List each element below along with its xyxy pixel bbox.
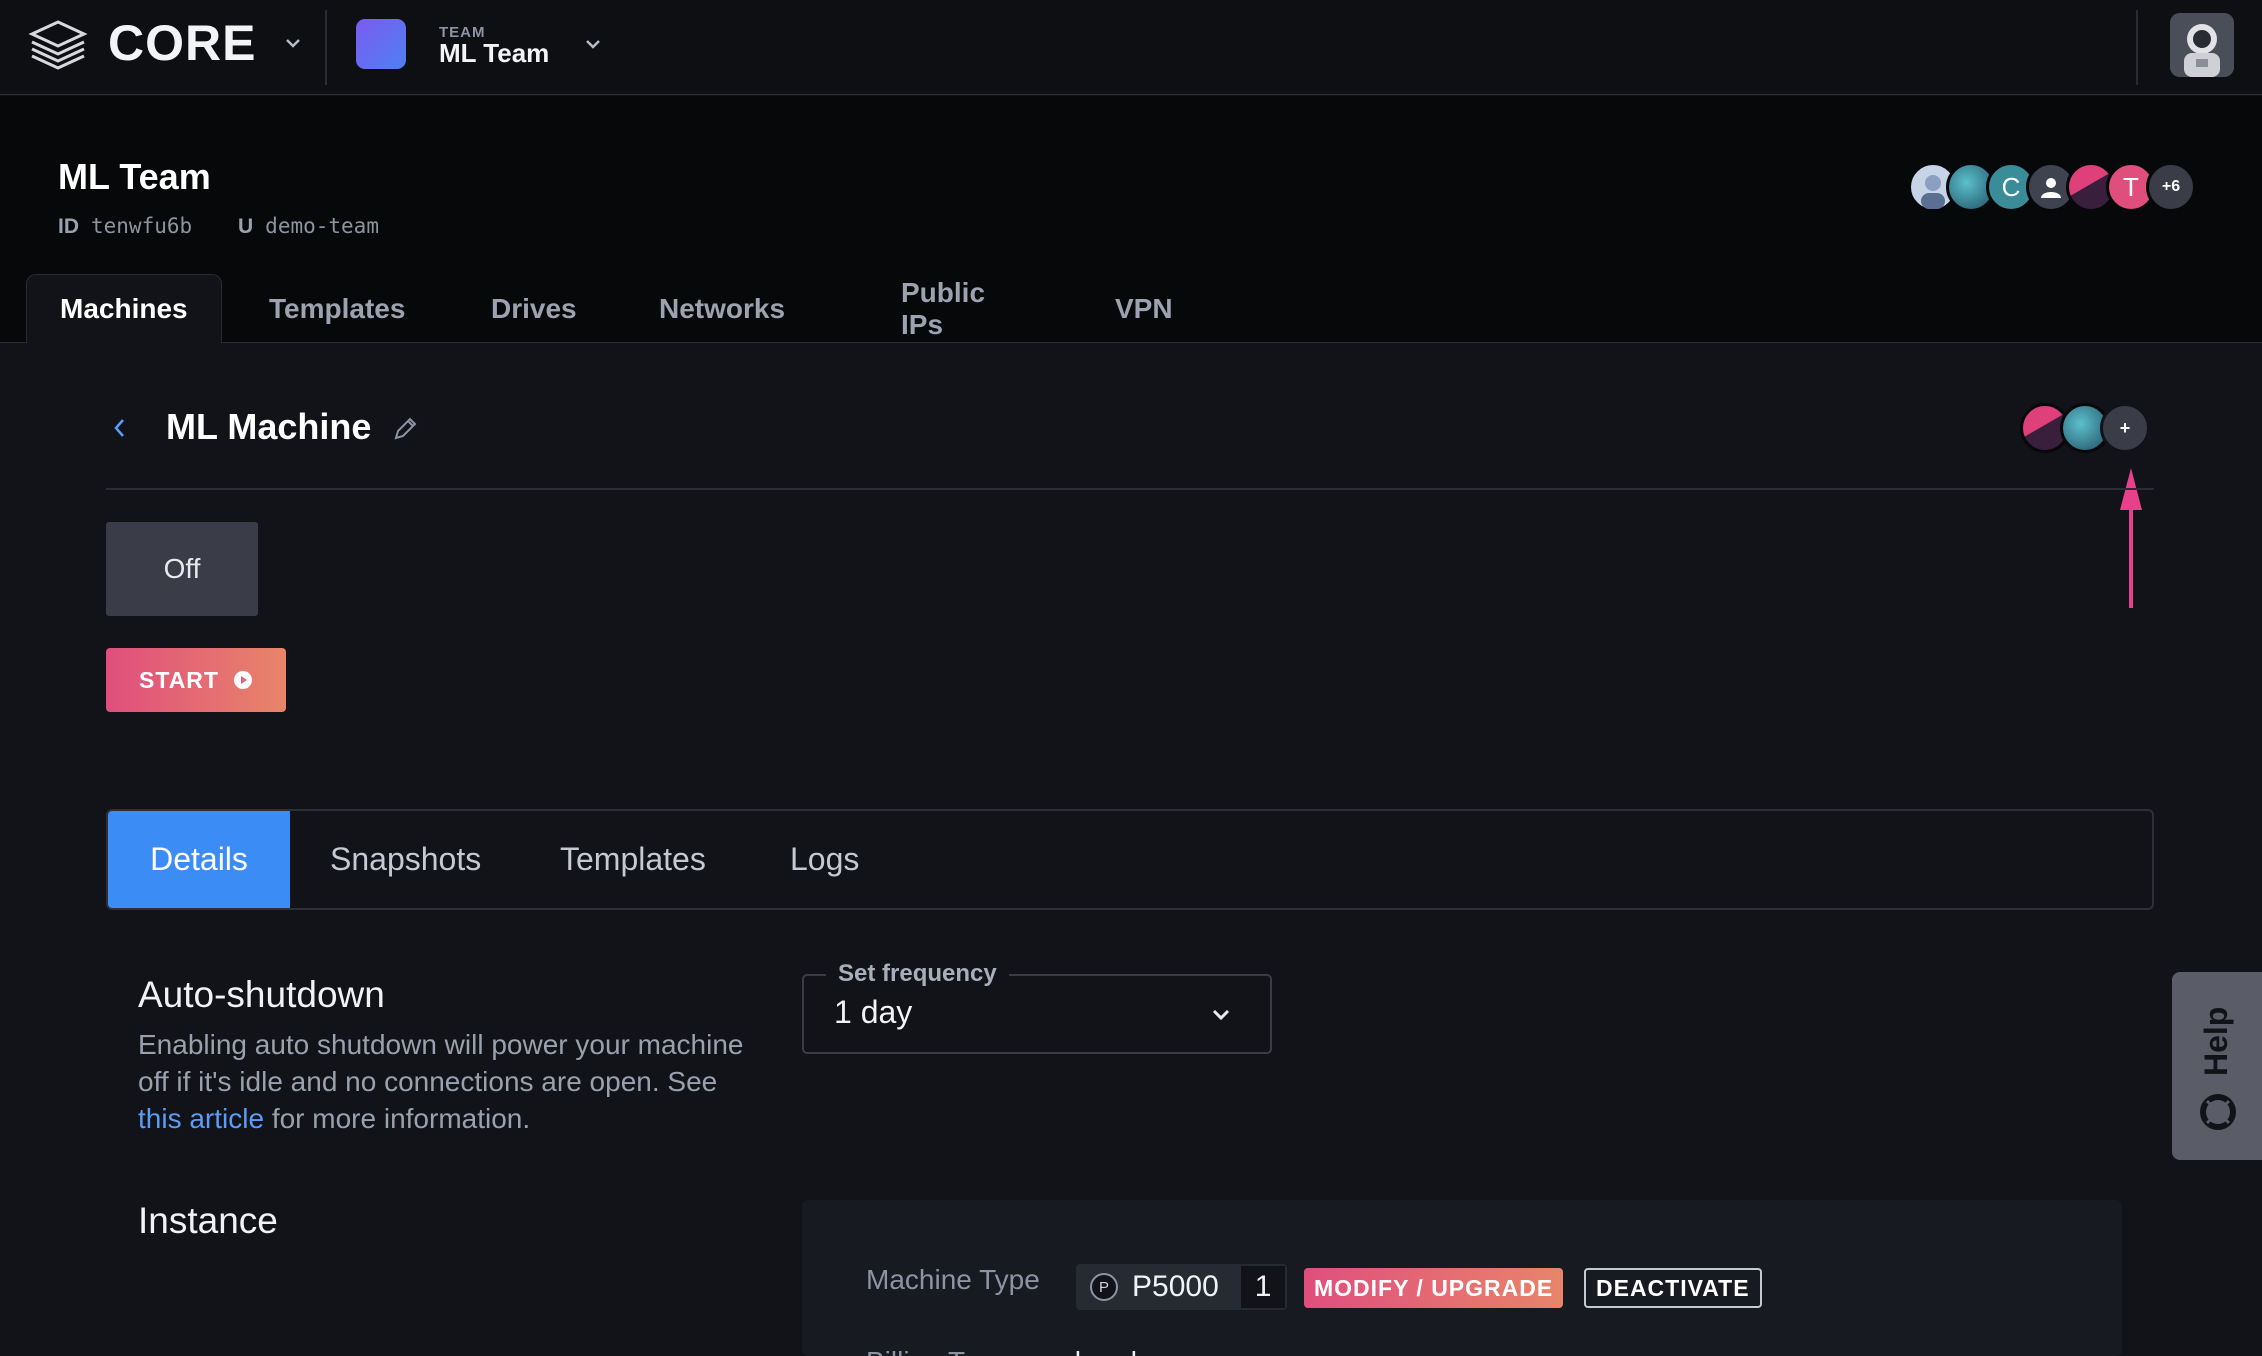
modify-upgrade-button[interactable]: MODIFY / UPGRADE xyxy=(1304,1268,1564,1308)
gpu-name: P5000 xyxy=(1132,1270,1219,1303)
billing-type-value: hourly xyxy=(1075,1346,1151,1356)
u-value: demo-team xyxy=(265,214,379,238)
desc-text: for more information. xyxy=(264,1103,531,1134)
start-label: START xyxy=(139,666,219,693)
team-header: ML Team ID tenwfu6b Udemo-team C T +6 Mac… xyxy=(0,96,2262,344)
frequency-label: Set frequency xyxy=(826,960,1009,988)
tab-vpn[interactable]: VPN xyxy=(1082,274,1206,344)
id-label: ID xyxy=(58,215,79,238)
subtab-templates[interactable]: Templates xyxy=(560,811,706,908)
team-switcher-name[interactable]: ML Team xyxy=(439,38,549,69)
auto-shutdown-title: Auto-shutdown xyxy=(138,974,385,1015)
top-bar: CORE TEAM ML Team xyxy=(0,0,2262,95)
tab-drives[interactable]: Drives xyxy=(458,274,610,344)
gpu-type: P P5000 xyxy=(1076,1270,1239,1304)
subtab-logs[interactable]: Logs xyxy=(790,811,859,908)
instance-title: Instance xyxy=(138,1200,278,1241)
machine-subtabs: Details Snapshots Templates Logs xyxy=(106,809,2154,910)
billing-type-row: Billing Type hourly xyxy=(866,1346,1151,1356)
article-link[interactable]: this article xyxy=(138,1103,264,1134)
team-avatar[interactable] xyxy=(356,19,406,69)
frequency-value: 1 day xyxy=(834,994,913,1030)
core-logo-icon[interactable] xyxy=(28,18,88,70)
person-icon xyxy=(2041,178,2061,198)
play-circle-icon xyxy=(233,671,252,689)
deactivate-button[interactable]: DEACTIVATE xyxy=(1584,1268,1762,1308)
billing-type-label: Billing Type xyxy=(866,1346,1009,1356)
id-value: tenwfu6b xyxy=(91,214,193,238)
member-initial: C xyxy=(2001,171,2021,202)
desc-text: Enabling auto shutdown will power your m… xyxy=(138,1029,744,1097)
chevron-down-icon[interactable] xyxy=(282,32,304,54)
user-avatar[interactable] xyxy=(2170,13,2234,77)
page-title: ML Team xyxy=(58,156,211,197)
frequency-select[interactable]: Set frequency 1 day xyxy=(802,960,1272,1054)
instance-panel: Machine Type P P5000 1 MODIFY / UPGRADE … xyxy=(802,1200,2122,1356)
help-tab[interactable]: Help xyxy=(2172,972,2262,1160)
tab-networks[interactable]: Networks xyxy=(626,274,818,344)
tab-machines[interactable]: Machines xyxy=(26,274,222,344)
divider xyxy=(2136,10,2138,85)
more-members-count: +6 xyxy=(2161,178,2181,195)
u-label: U xyxy=(238,215,254,238)
auto-shutdown-description: Enabling auto shutdown will power your m… xyxy=(138,1026,758,1137)
machine-status: Off xyxy=(106,522,258,616)
help-label: Help xyxy=(2198,1006,2234,1076)
tab-public-ips[interactable]: Public IPs xyxy=(868,274,1018,344)
lifebuoy-icon xyxy=(2200,1094,2236,1130)
tab-templates[interactable]: Templates xyxy=(236,274,438,344)
gpu-qty: 1 xyxy=(1240,1266,1286,1308)
machine-title: ML Machine xyxy=(166,406,372,447)
team-handle: Udemo-team xyxy=(238,214,379,239)
divider xyxy=(325,10,327,85)
back-chevron-icon[interactable] xyxy=(108,414,132,442)
machine-type-label: Machine Type xyxy=(866,1264,1040,1295)
edit-pencil-icon[interactable] xyxy=(390,414,420,444)
chevron-down-icon[interactable] xyxy=(582,33,604,55)
astronaut-icon xyxy=(2170,13,2234,77)
annotation-arrow-icon xyxy=(2120,468,2142,608)
subtab-details[interactable]: Details xyxy=(108,811,290,908)
more-members-badge[interactable]: +6 xyxy=(2146,162,2196,212)
divider xyxy=(106,488,2154,490)
start-button[interactable]: START xyxy=(106,648,286,712)
subtab-snapshots[interactable]: Snapshots xyxy=(330,811,481,908)
brand-name[interactable]: CORE xyxy=(108,14,256,72)
gpu-p-icon: P xyxy=(1090,1273,1118,1301)
machine-type-chip: P P5000 1 xyxy=(1076,1264,1288,1310)
add-member-button[interactable]: + xyxy=(2100,403,2150,453)
chevron-down-icon xyxy=(1212,1009,1230,1021)
member-initial: T xyxy=(2123,171,2139,202)
team-id: ID tenwfu6b xyxy=(58,214,192,239)
add-member-label: + xyxy=(2119,417,2131,438)
